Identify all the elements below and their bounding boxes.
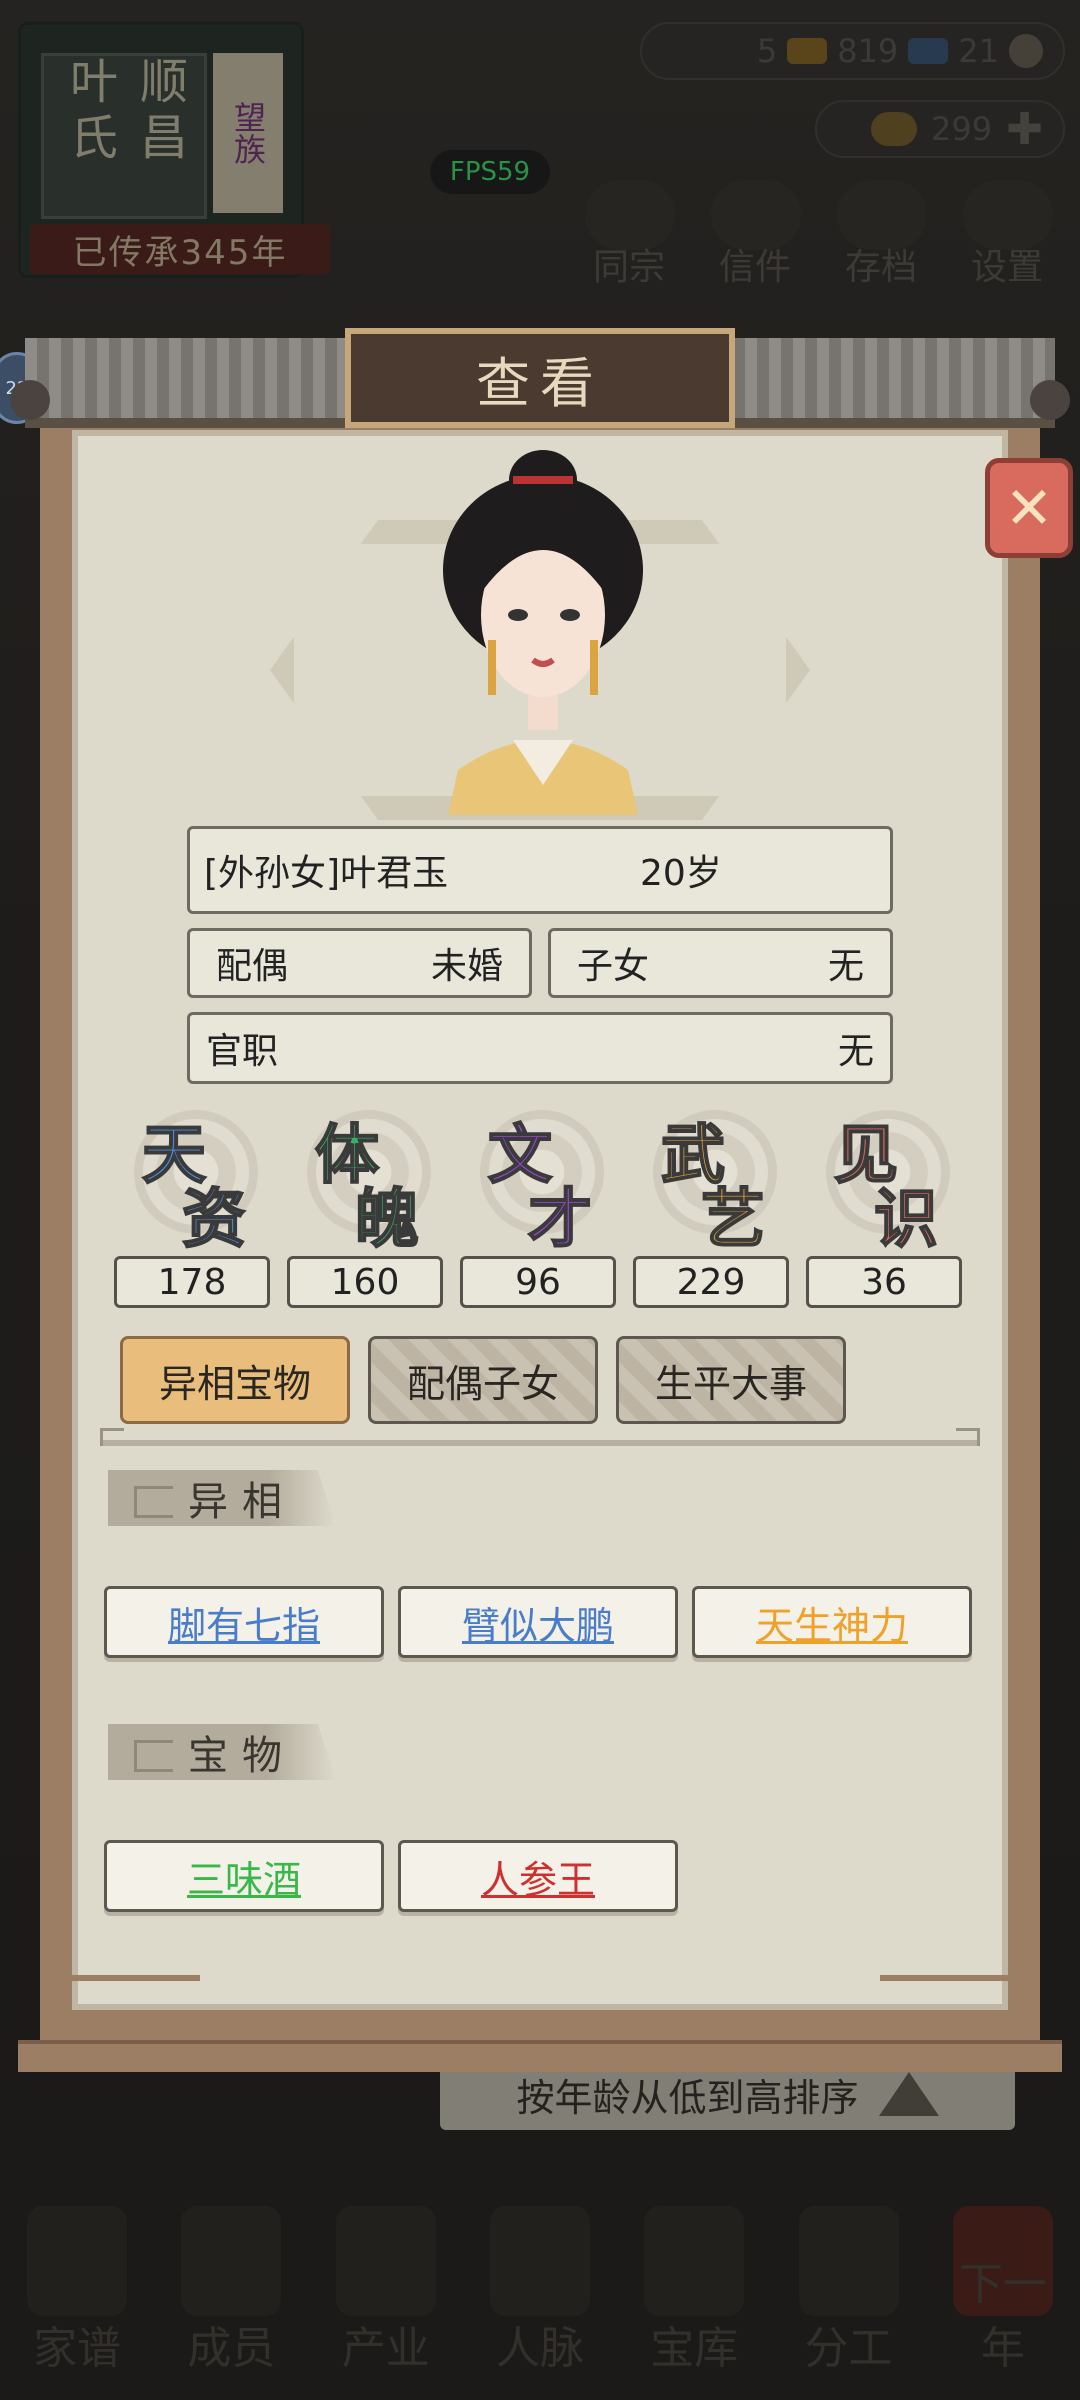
corner-ornament-left bbox=[60, 1975, 200, 2040]
attr-value: 96 bbox=[460, 1256, 616, 1308]
attr-value: 160 bbox=[287, 1256, 443, 1308]
divider-hook bbox=[956, 1428, 980, 1446]
attr-physique: 体 魄 160 bbox=[285, 1110, 445, 1310]
attr-value: 36 bbox=[806, 1256, 962, 1308]
grid-pattern-icon bbox=[134, 1486, 173, 1518]
attr-talent: 天 资 178 bbox=[112, 1110, 272, 1310]
character-view-modal: 查看 ✕ [外孙女]叶君玉 20岁 配偶 未婚 子女 无 官职 无 天 资 17… bbox=[0, 0, 1080, 2400]
tab-life-events[interactable]: 生平大事 bbox=[616, 1336, 846, 1424]
office-box: 官职 无 bbox=[187, 1012, 893, 1084]
attr-martial: 武 艺 229 bbox=[631, 1110, 791, 1310]
trait-item[interactable]: 天生神力 bbox=[692, 1586, 972, 1658]
spouse-label: 配偶 bbox=[216, 946, 289, 987]
section-divider bbox=[100, 1440, 980, 1446]
character-portrait bbox=[443, 450, 643, 815]
corner-ornament-right bbox=[880, 1975, 1020, 2040]
treasures-heading-label: 宝物 bbox=[188, 1733, 296, 1779]
office-label: 官职 bbox=[206, 1031, 279, 1072]
office-value: 无 bbox=[837, 1031, 874, 1072]
treasure-item[interactable]: 人参王 bbox=[398, 1840, 678, 1912]
attr-glyph: 资 bbox=[181, 1181, 247, 1258]
grid-pattern-icon bbox=[134, 1740, 173, 1772]
character-name: [外孙女]叶君玉 bbox=[204, 853, 449, 894]
modal-title: 查看 bbox=[345, 328, 735, 428]
attr-value: 178 bbox=[114, 1256, 270, 1308]
children-label: 子女 bbox=[577, 946, 650, 987]
name-age-box: [外孙女]叶君玉 20岁 bbox=[187, 826, 893, 914]
traits-heading-label: 异相 bbox=[188, 1479, 296, 1525]
treasure-item[interactable]: 三味酒 bbox=[104, 1840, 384, 1912]
attr-glyph: 才 bbox=[527, 1181, 593, 1258]
treasures-heading: 宝物 bbox=[108, 1724, 336, 1780]
attribute-row: 天 资 178 体 魄 160 文 才 96 武 艺 229 见 识 36 bbox=[112, 1110, 972, 1310]
character-age: 20岁 bbox=[640, 853, 722, 894]
spouse-value: 未婚 bbox=[430, 946, 503, 987]
trait-item[interactable]: 臂似大鹏 bbox=[398, 1586, 678, 1658]
attr-glyph: 识 bbox=[873, 1181, 939, 1258]
divider-hook bbox=[100, 1428, 124, 1446]
modal-frame-base bbox=[18, 2040, 1062, 2072]
close-button[interactable]: ✕ bbox=[985, 458, 1073, 558]
close-x-icon: ✕ bbox=[1004, 474, 1054, 542]
attr-value: 229 bbox=[633, 1256, 789, 1308]
attr-knowledge: 见 识 36 bbox=[804, 1110, 964, 1310]
detail-tabs: 异相宝物 配偶子女 生平大事 bbox=[120, 1336, 846, 1424]
tab-traits-treasures[interactable]: 异相宝物 bbox=[120, 1336, 350, 1424]
roof-end-right bbox=[1030, 380, 1070, 420]
children-box: 子女 无 bbox=[548, 928, 893, 998]
tab-spouse-children[interactable]: 配偶子女 bbox=[368, 1336, 598, 1424]
roof-end-left bbox=[10, 380, 50, 420]
attr-glyph: 魄 bbox=[354, 1181, 420, 1258]
traits-heading: 异相 bbox=[108, 1470, 336, 1526]
children-value: 无 bbox=[827, 946, 864, 987]
attr-glyph: 艺 bbox=[700, 1181, 766, 1258]
trait-item[interactable]: 脚有七指 bbox=[104, 1586, 384, 1658]
attr-literary: 文 才 96 bbox=[458, 1110, 618, 1310]
spouse-box: 配偶 未婚 bbox=[187, 928, 532, 998]
